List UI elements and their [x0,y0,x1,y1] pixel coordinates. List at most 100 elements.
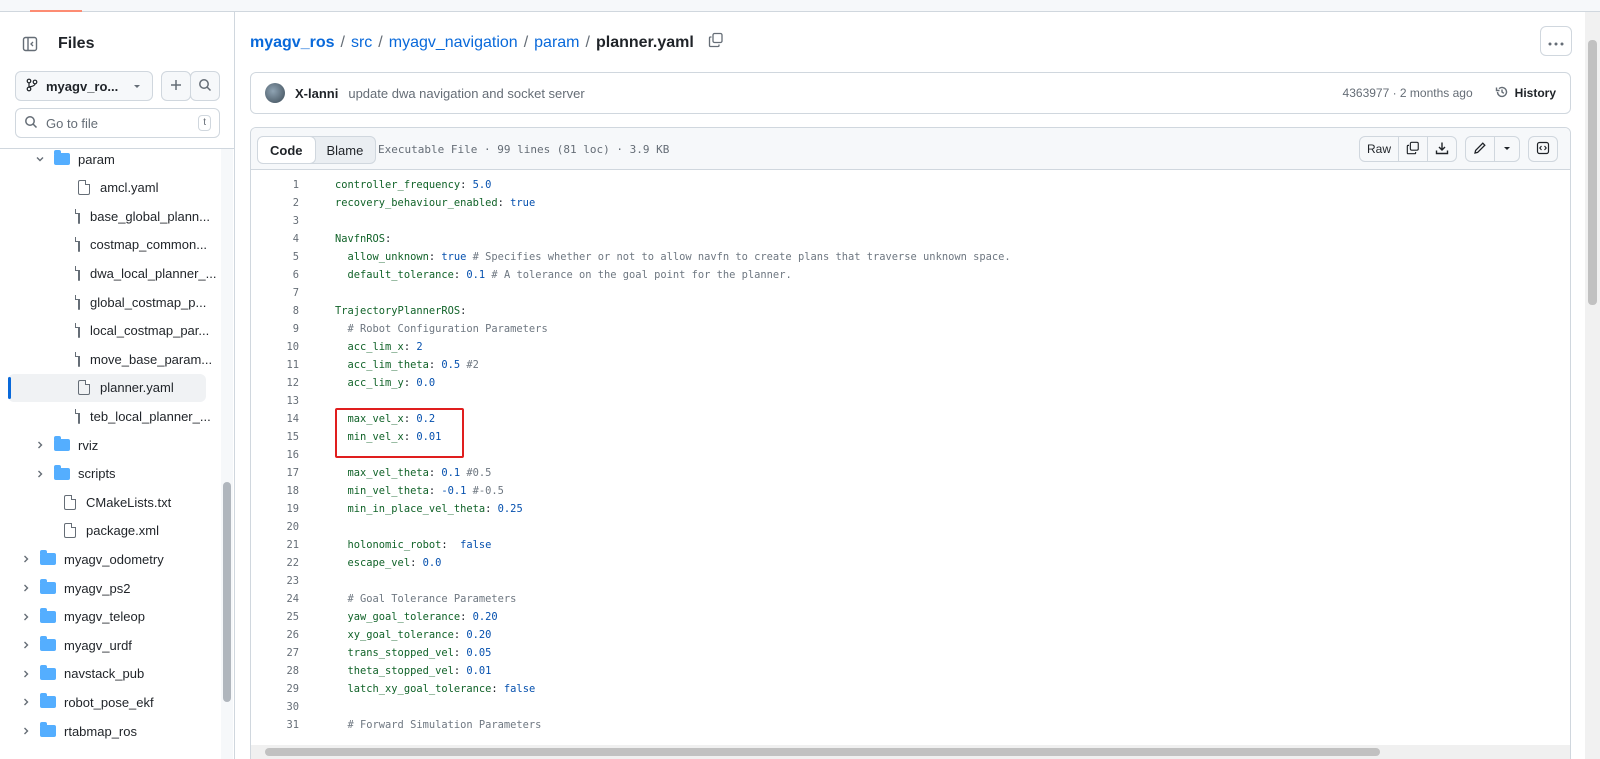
chevron-right-icon[interactable] [20,726,32,736]
commit-author[interactable]: X-lanni [295,86,338,101]
code-line: 8 TrajectoryPlannerROS: [251,302,467,320]
line-number[interactable]: 9 [251,323,299,335]
line-number[interactable]: 15 [251,431,299,443]
chevron-right-icon[interactable] [20,669,32,679]
chevron-right-icon[interactable] [34,469,46,479]
tree-folder[interactable]: param [8,149,206,173]
line-number[interactable]: 27 [251,647,299,659]
chevron-right-icon[interactable] [20,612,32,622]
copy-path-icon[interactable] [708,32,724,53]
download-icon [1435,141,1449,158]
line-number[interactable]: 20 [251,521,299,533]
line-number[interactable]: 13 [251,395,299,407]
tree-folder[interactable]: scripts [8,460,206,488]
tree-folder[interactable]: robot_pose_ekf [8,688,206,716]
commit-meta[interactable]: 4363977 · 2 months ago [1343,86,1473,100]
tree-folder[interactable]: myagv_teleop [8,603,206,631]
line-number[interactable]: 3 [251,215,299,227]
tree-file[interactable]: planner.yaml [8,373,206,402]
tree-file[interactable]: costmap_common... [8,231,207,259]
breadcrumb-myagv-navigation-link[interactable]: myagv_navigation [389,34,518,52]
tree-folder[interactable]: myagv_odometry [8,545,206,573]
line-number[interactable]: 7 [251,287,299,299]
line-number[interactable]: 24 [251,593,299,605]
add-file-button[interactable] [161,71,191,101]
collapse-sidebar-icon[interactable] [16,30,44,58]
tab-code[interactable]: Code [258,137,316,163]
line-number[interactable]: 5 [251,251,299,263]
chevron-right-icon[interactable] [20,697,32,707]
line-number[interactable]: 17 [251,467,299,479]
line-number[interactable]: 22 [251,557,299,569]
line-number[interactable]: 6 [251,269,299,281]
file-icon [78,180,90,196]
symbols-panel-button[interactable] [1529,137,1557,161]
line-number[interactable]: 29 [251,683,299,695]
breadcrumb-repo-link[interactable]: myagv_ros [250,34,335,52]
line-number[interactable]: 26 [251,629,299,641]
chevron-right-icon[interactable] [20,583,32,593]
tree-folder[interactable]: rtabmap_ros [8,717,206,745]
branch-selector-button[interactable]: myagv_ro... [15,71,153,101]
line-number[interactable]: 19 [251,503,299,515]
line-number[interactable]: 8 [251,305,299,317]
breadcrumb-param-link[interactable]: param [534,34,579,52]
line-number[interactable]: 14 [251,413,299,425]
go-to-file-input[interactable]: Go to file t [15,108,220,138]
tree-file[interactable]: move_base_param... [8,345,212,373]
tree-file[interactable]: package.xml [8,517,206,545]
tree-folder[interactable]: rviz [8,431,206,459]
line-number[interactable]: 2 [251,197,299,209]
tree-file[interactable]: dwa_local_planner_... [8,259,216,287]
line-number[interactable]: 4 [251,233,299,245]
line-number[interactable]: 12 [251,377,299,389]
search-files-button[interactable] [190,71,220,101]
copy-icon [1406,141,1420,158]
tree-file[interactable]: local_costmap_par... [8,317,209,345]
code-line: 20 [251,518,299,536]
line-number[interactable]: 30 [251,701,299,713]
tree-file[interactable]: amcl.yaml [8,174,206,202]
line-number[interactable]: 25 [251,611,299,623]
line-number[interactable]: 31 [251,719,299,731]
download-raw-button[interactable] [1427,137,1456,161]
line-number[interactable]: 21 [251,539,299,551]
code-line: 27 trans_stopped_vel: 0.05 [251,644,491,662]
tree-file[interactable]: teb_local_planner_... [8,402,211,430]
chevron-right-icon[interactable] [20,640,32,650]
commit-message[interactable]: update dwa navigation and socket server [348,86,584,101]
history-button[interactable]: History [1495,85,1556,102]
line-number[interactable]: 28 [251,665,299,677]
breadcrumb-src-link[interactable]: src [351,34,372,52]
chevron-right-icon[interactable] [34,440,46,450]
more-options-button[interactable] [1540,26,1572,56]
edit-file-button[interactable] [1466,137,1494,161]
tree-folder[interactable]: myagv_urdf [8,631,206,659]
chevron-down-icon[interactable] [34,154,46,164]
raw-button[interactable]: Raw [1360,137,1398,161]
tree-folder[interactable]: myagv_ps2 [8,574,206,602]
tree-folder[interactable]: navstack_pub [8,660,206,688]
code-text: theta_stopped_vel: 0.01 [347,665,492,677]
copy-raw-button[interactable] [1398,137,1427,161]
file-meta: Executable File · 99 lines (81 loc) · 3.… [378,143,670,156]
code-horizontal-scrollbar-thumb[interactable] [265,748,1380,756]
page-vertical-scrollbar-thumb[interactable] [1588,40,1597,305]
breadcrumb-separator: / [523,33,529,51]
tab-blame[interactable]: Blame [315,137,376,163]
sidebar-scrollbar-thumb[interactable] [223,482,231,702]
view-mode-toggle: Code Blame [257,136,377,164]
line-number[interactable]: 10 [251,341,299,353]
tree-file[interactable]: global_costmap_p... [8,288,206,316]
tree-file[interactable]: CMakeLists.txt [8,488,206,516]
chevron-right-icon[interactable] [20,554,32,564]
line-number[interactable]: 18 [251,485,299,497]
line-number[interactable]: 11 [251,359,299,371]
line-number[interactable]: 1 [251,179,299,191]
edit-options-dropdown[interactable] [1494,137,1519,161]
tree-item-label: myagv_urdf [64,637,132,653]
tree-file[interactable]: base_global_plann... [8,202,210,230]
line-number[interactable]: 23 [251,575,299,587]
avatar[interactable] [265,83,285,103]
line-number[interactable]: 16 [251,449,299,461]
